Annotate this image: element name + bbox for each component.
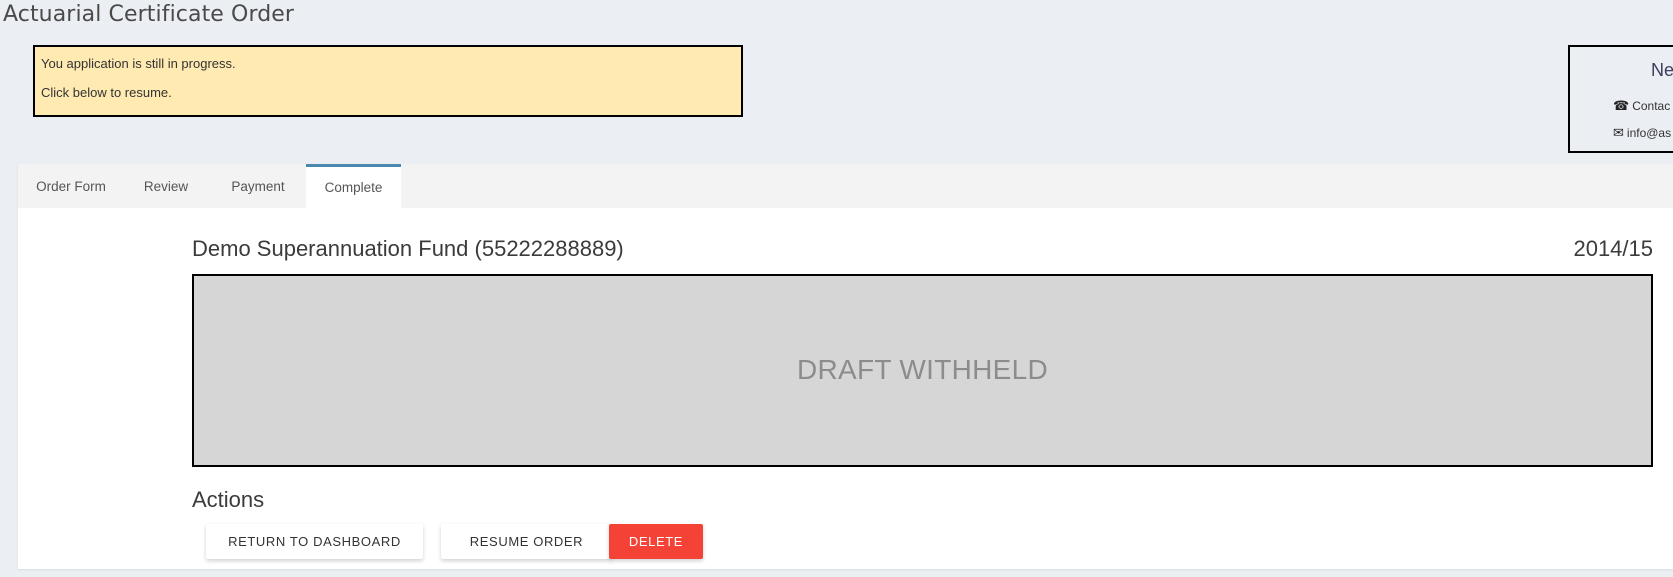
fund-name: Demo Superannuation Fund (55222288889) [192, 236, 624, 261]
alert-line-2: Click below to resume. [41, 85, 172, 100]
delete-button[interactable]: DELETE [609, 524, 703, 559]
draft-preview: DRAFT WITHHELD [192, 274, 1653, 467]
draft-withheld-label: DRAFT WITHHELD [796, 354, 1049, 385]
tab-order-form[interactable]: Order Form [18, 164, 124, 208]
actions-heading: Actions [192, 487, 265, 512]
tab-complete[interactable]: Complete [306, 164, 401, 208]
contact-email-text: info@as [1626, 126, 1672, 140]
in-progress-alert: You application is still in progress. Cl… [33, 45, 743, 117]
tab-review[interactable]: Review [130, 164, 202, 208]
order-tabs: Order Form Review Payment Complete [18, 164, 1673, 208]
resume-order-button[interactable]: RESUME ORDER [441, 524, 612, 559]
financial-year: 2014/15 [1573, 236, 1653, 261]
page-title: Actuarial Certificate Order [3, 2, 295, 27]
contact-card: Ne ☎ Contac ✉ info@as [1568, 45, 1673, 153]
contact-phone-text: Contac [1632, 99, 1671, 113]
phone-icon: ☎ [1613, 98, 1630, 113]
contact-card-title: Ne [1651, 60, 1673, 80]
contact-phone[interactable]: ☎ Contac [1613, 98, 1670, 114]
alert-line-1: You application is still in progress. [41, 56, 236, 71]
return-to-dashboard-button[interactable]: RETURN TO DASHBOARD [206, 524, 423, 559]
envelope-icon: ✉ [1613, 125, 1624, 140]
tab-payment[interactable]: Payment [216, 164, 300, 208]
contact-email[interactable]: ✉ info@as [1613, 125, 1671, 141]
order-panel: Order Form Review Payment Complete Demo … [18, 164, 1673, 569]
